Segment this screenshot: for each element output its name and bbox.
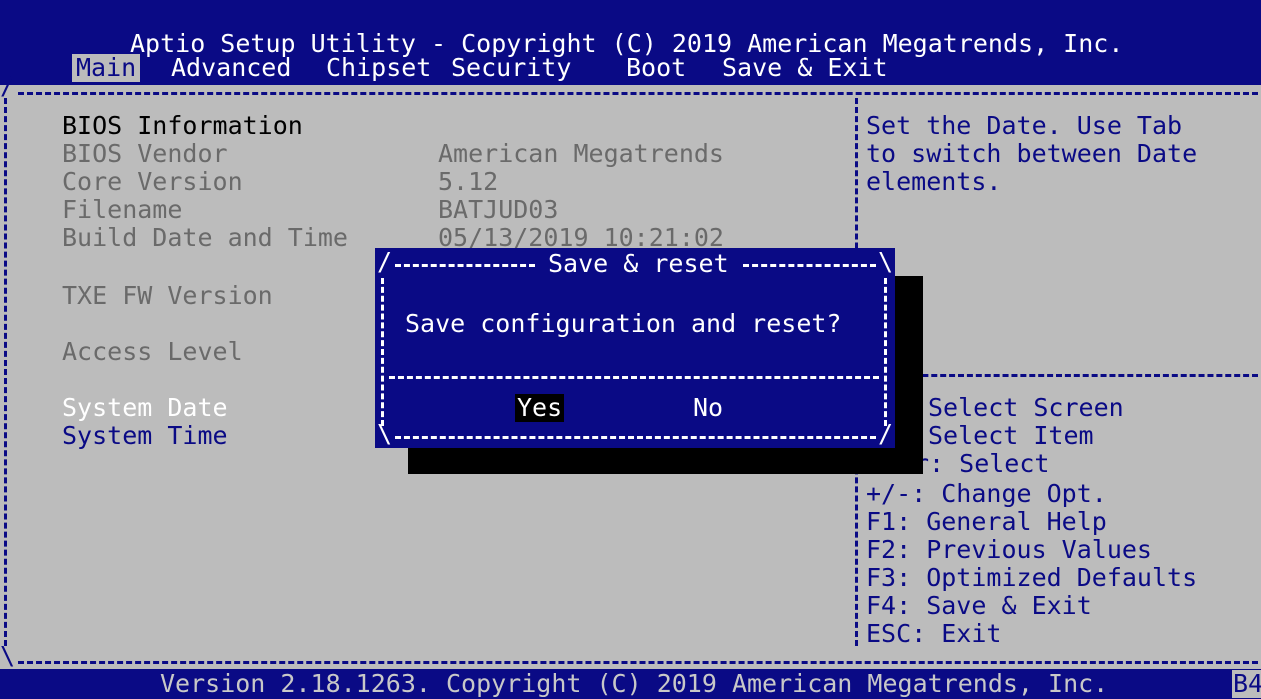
help-line-2: to switch between Date	[866, 139, 1198, 168]
dialog-left-line	[381, 278, 384, 426]
bios-vendor-label: BIOS Vendor	[62, 139, 228, 168]
dialog-title: Save & reset	[548, 249, 729, 278]
dialog-top-line-right	[743, 264, 876, 267]
frame-top-line	[18, 92, 1258, 95]
help-line-1: Set the Date. Use Tab	[866, 111, 1183, 140]
tab-main[interactable]: Main	[72, 54, 141, 82]
dialog-corner-tr: \	[878, 247, 894, 276]
core-version-value: 5.12	[438, 167, 499, 196]
dialog-message: Save configuration and reset?	[405, 309, 842, 338]
frame-bottom-line	[18, 661, 1258, 664]
frame-left-line	[4, 98, 7, 646]
tab-advanced[interactable]: Advanced	[167, 54, 295, 82]
key-f4: F4: Save & Exit	[866, 591, 1092, 620]
core-version-label: Core Version	[62, 167, 243, 196]
dialog-corner-bl: \	[377, 419, 393, 448]
header-bar: Aptio Setup Utility - Copyright (C) 2019…	[0, 0, 1261, 85]
dialog-corner-br: /	[878, 419, 894, 448]
tab-chipset[interactable]: Chipset	[322, 54, 435, 82]
dialog-corner-tl: /	[377, 247, 393, 276]
no-button[interactable]: No	[691, 394, 725, 422]
system-date-item[interactable]: System Date	[62, 394, 228, 422]
version-text: Version 2.18.1263. Copyright (C) 2019 Am…	[160, 669, 1109, 698]
help-line-3: elements.	[866, 167, 1002, 196]
post-code: B4	[1232, 670, 1261, 698]
system-time-item[interactable]: System Time	[62, 422, 228, 450]
dialog-right-line	[884, 278, 887, 426]
key-select-item: Select Item	[928, 421, 1094, 450]
txe-fw-version-label: TXE FW Version	[62, 281, 273, 310]
key-esc: ESC: Exit	[866, 619, 1002, 648]
access-level-label: Access Level	[62, 337, 243, 366]
save-reset-dialog: / Save & reset \ Save configuration and …	[375, 248, 895, 448]
yes-button[interactable]: Yes	[515, 394, 565, 422]
bios-information-heading: BIOS Information	[62, 111, 303, 140]
key-f2: F2: Previous Values	[866, 535, 1152, 564]
tab-security[interactable]: Security	[447, 54, 575, 82]
frame-corner-tl: /	[0, 71, 16, 100]
dialog-top-line-left	[395, 264, 535, 267]
bios-vendor-value: American Megatrends	[438, 139, 724, 168]
build-date-label: Build Date and Time	[62, 223, 348, 252]
dialog-bottom-line	[395, 436, 876, 439]
frame-corner-bl: \	[0, 641, 16, 670]
footer-bar: Version 2.18.1263. Copyright (C) 2019 Am…	[0, 669, 1261, 699]
filename-value: BATJUD03	[438, 195, 559, 224]
key-change-opt: +/-: Change Opt.	[866, 479, 1107, 508]
key-f3: F3: Optimized Defaults	[866, 563, 1198, 592]
key-f1: F1: General Help	[866, 507, 1107, 536]
tab-boot[interactable]: Boot	[622, 54, 690, 82]
dialog-separator-line	[389, 376, 879, 379]
filename-label: Filename	[62, 195, 183, 224]
key-select-screen: Select Screen	[928, 393, 1124, 422]
tab-save-exit[interactable]: Save & Exit	[718, 54, 892, 82]
key-enter-select: r: Select	[914, 449, 1050, 478]
